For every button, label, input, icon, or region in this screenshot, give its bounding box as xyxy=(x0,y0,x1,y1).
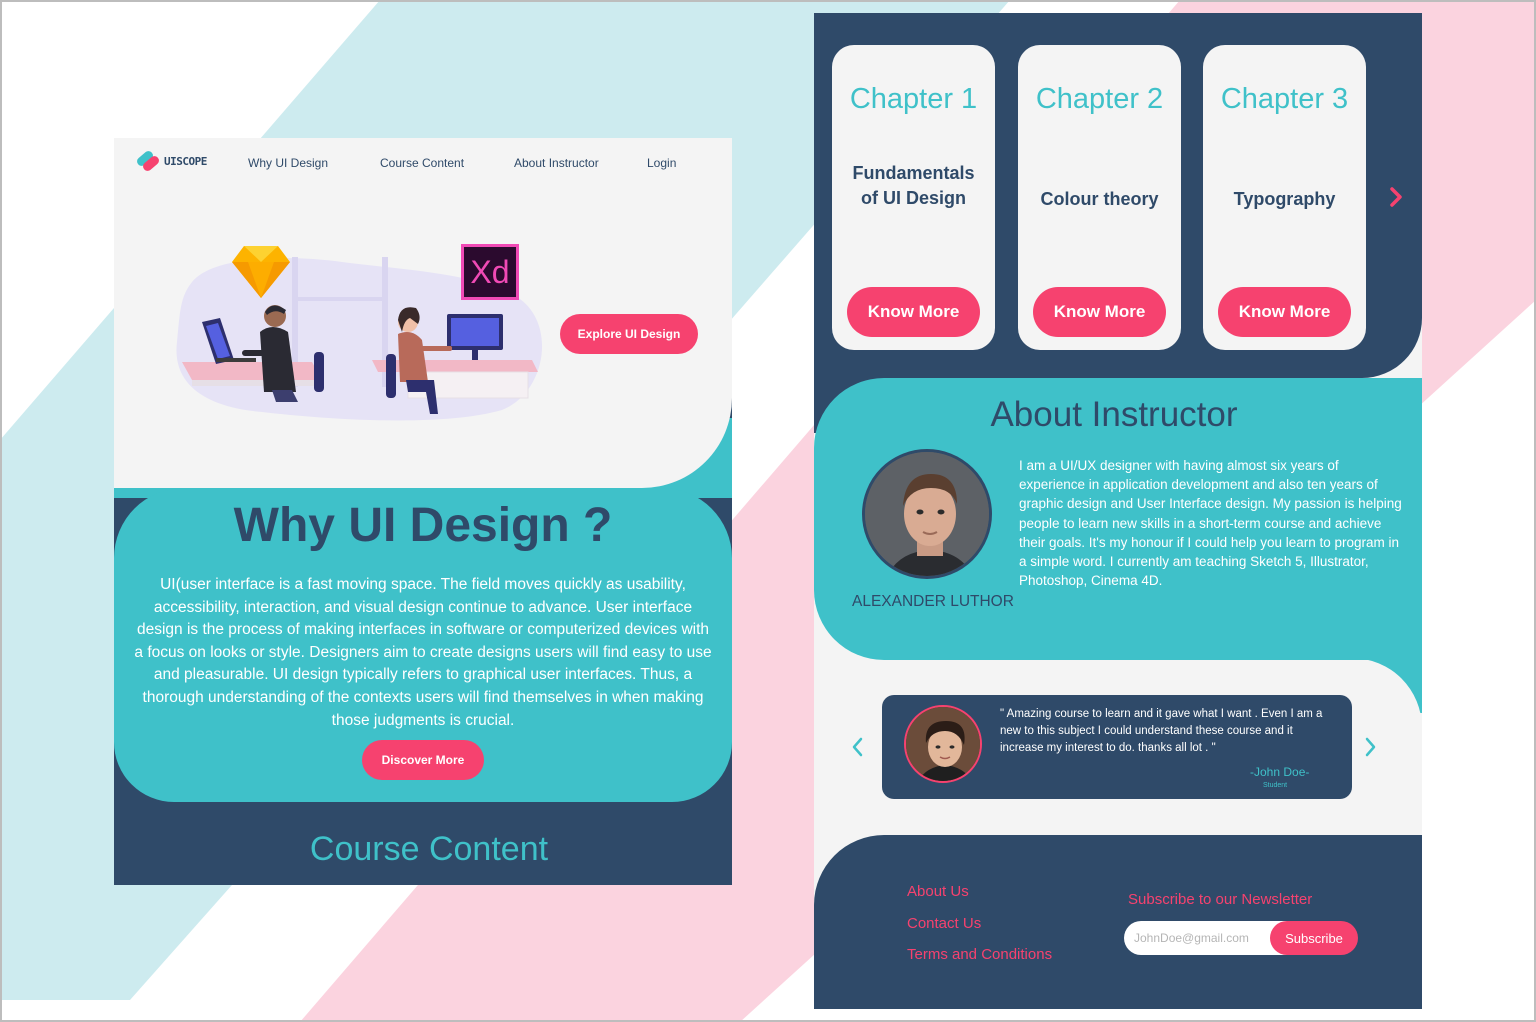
logo[interactable]: UISCOPE xyxy=(135,149,207,173)
chapter-card-3: Chapter 3 Typography Know More xyxy=(1203,45,1366,350)
subscribe-button[interactable]: Subscribe xyxy=(1270,921,1358,955)
course-page-panel: Chapter 1 Fundamentals of UI Design Know… xyxy=(814,13,1422,1009)
sketch-icon xyxy=(232,246,290,298)
about-instructor-title: About Instructor xyxy=(990,395,1238,434)
chapter-card-1: Chapter 1 Fundamentals of UI Design Know… xyxy=(832,45,995,350)
newsletter-email-input[interactable] xyxy=(1124,921,1288,955)
nav-about-instructor[interactable]: About Instructor xyxy=(514,156,599,170)
footer-link-contact-us[interactable]: Contact Us xyxy=(907,915,981,932)
newsletter-title: Subscribe to our Newsletter xyxy=(1128,891,1313,908)
chapter-title: Chapter 2 xyxy=(1035,83,1164,115)
footer-link-about-us[interactable]: About Us xyxy=(907,883,969,900)
instructor-bio: I am a UI/UX designer with having almost… xyxy=(1019,458,1402,589)
instructor-avatar xyxy=(862,449,992,579)
chevron-left-icon[interactable] xyxy=(850,736,866,758)
know-more-button[interactable]: Know More xyxy=(1033,287,1166,337)
nav-why-ui-design[interactable]: Why UI Design xyxy=(248,156,328,170)
chapter-title: Chapter 3 xyxy=(1220,83,1349,115)
chapter-topic: Fundamentals of UI Design xyxy=(852,163,975,208)
chapter-card-2: Chapter 2 Colour theory Know More xyxy=(1018,45,1181,350)
chapter-topic: Typography xyxy=(1233,189,1336,209)
xd-label: Xd xyxy=(470,253,510,290)
know-more-button[interactable]: Know More xyxy=(847,287,980,337)
adobe-xd-icon: Xd xyxy=(461,244,519,300)
testimonial-quote: " Amazing course to learn and it gave wh… xyxy=(1000,708,1323,754)
logo-text: UISCOPE xyxy=(164,154,207,168)
know-more-button[interactable]: Know More xyxy=(1218,287,1351,337)
testimonial-author: -John Doe- xyxy=(1250,765,1310,779)
discover-more-button[interactable]: Discover More xyxy=(362,740,484,780)
navbar: UISCOPE Why UI Design Course Content Abo… xyxy=(114,138,732,188)
chevron-right-icon[interactable] xyxy=(1386,185,1406,209)
chapter-title: Chapter 1 xyxy=(849,83,978,115)
student-avatar xyxy=(904,705,982,783)
chevron-right-icon[interactable] xyxy=(1362,736,1378,758)
nav-course-content[interactable]: Course Content xyxy=(380,156,464,170)
why-ui-design-title: Why UI Design ? xyxy=(233,499,613,552)
why-ui-design-text: UI(user interface is a fast moving space… xyxy=(134,576,712,729)
course-content-title: Course Content xyxy=(309,830,549,868)
footer-link-terms[interactable]: Terms and Conditions xyxy=(907,946,1052,963)
chapter-topic: Colour theory xyxy=(1040,189,1159,209)
explore-ui-design-button[interactable]: Explore UI Design xyxy=(560,314,698,354)
testimonial-card: " Amazing course to learn and it gave wh… xyxy=(882,695,1352,799)
landing-page-panel: UISCOPE Why UI Design Course Content Abo… xyxy=(114,138,732,885)
nav-login[interactable]: Login xyxy=(647,156,676,170)
testimonial-role: Student xyxy=(1263,782,1288,789)
logo-icon xyxy=(135,149,162,173)
instructor-name: ALEXANDER LUTHOR xyxy=(852,593,1014,610)
